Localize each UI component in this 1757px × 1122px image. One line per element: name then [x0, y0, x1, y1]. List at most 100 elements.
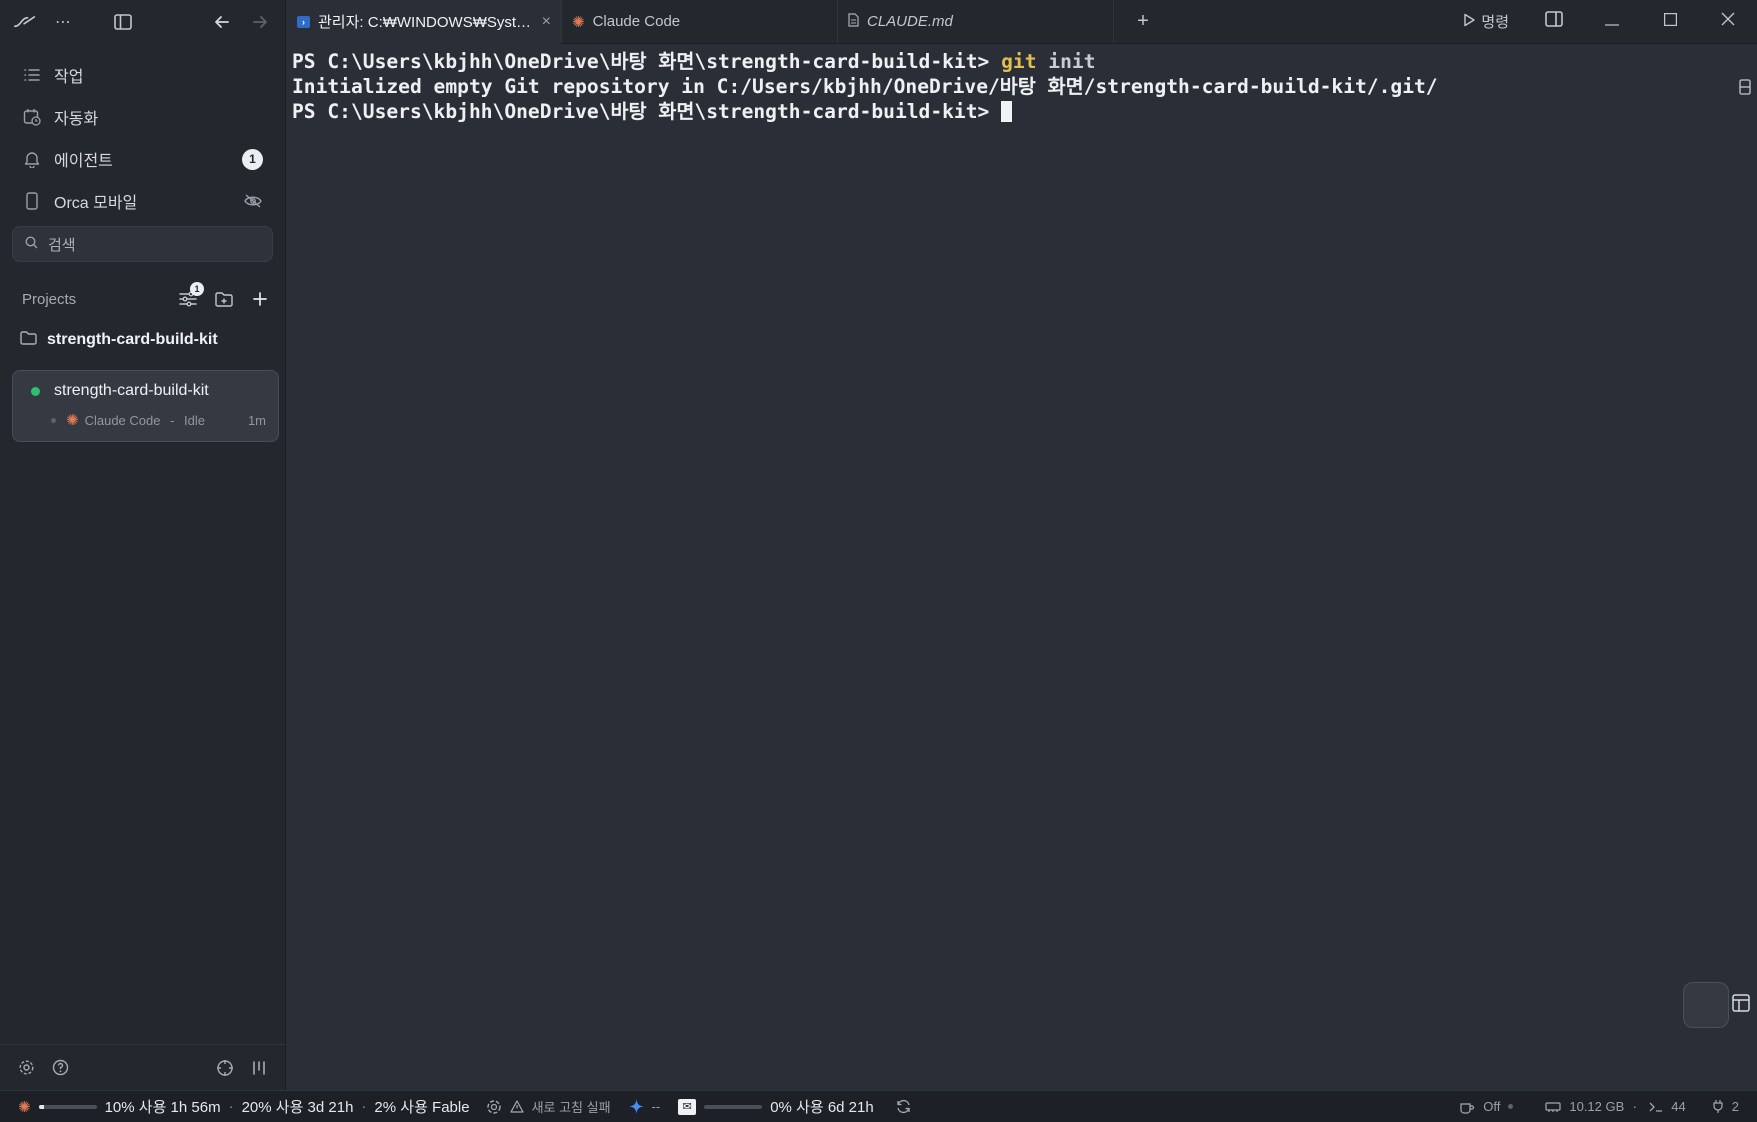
- eye-off-icon[interactable]: [243, 191, 263, 211]
- sidebar-item-agents[interactable]: 에이전트 1: [12, 138, 273, 180]
- worktree-card[interactable]: strength-card-build-kit ✺ Claude Code - …: [12, 370, 279, 442]
- minimize-button[interactable]: [1583, 0, 1641, 44]
- terminal-line: PS C:\Users\kbjhh\OneDrive\바탕 화면\strengt…: [292, 99, 1757, 124]
- sidebar-item-label: Orca 모바일: [54, 195, 138, 212]
- claude-week-usage[interactable]: 20% 사용 3d 21h: [242, 1096, 354, 1117]
- sidebar-item-automation[interactable]: 자동화: [12, 96, 273, 138]
- memory-usage[interactable]: 10.12 GB: [1569, 1099, 1624, 1114]
- session-separator: -: [166, 412, 179, 428]
- split-panel-icon: [1545, 11, 1563, 32]
- project-folder-name: strength-card-build-kit: [47, 331, 218, 348]
- claude-icon: ✺: [18, 1098, 31, 1116]
- port-count[interactable]: 2: [1732, 1099, 1739, 1114]
- back-arrow-icon[interactable]: [211, 11, 233, 33]
- terminal-count[interactable]: 44: [1671, 1099, 1685, 1114]
- close-icon: [1721, 12, 1735, 31]
- tab-label: 관리자: C:₩WINDOWS₩Syst…: [318, 14, 532, 31]
- projects-title: Projects: [22, 290, 77, 308]
- terminal-scroll-icon[interactable]: [1692, 51, 1751, 126]
- terminal-panel[interactable]: PS C:\Users\kbjhh\OneDrive\바탕 화면\strengt…: [287, 45, 1757, 1090]
- target-icon[interactable]: [215, 1058, 235, 1078]
- sidebar-footer: [0, 1044, 285, 1090]
- separator: ·: [228, 1098, 234, 1115]
- sidebar: ⋯ 작업 자동화 에이전트 1 Orca 모바일 검색 Projects 1 s…: [0, 0, 286, 1090]
- terminal-cursor: [1001, 101, 1013, 122]
- refresh-icon[interactable]: [896, 1099, 911, 1114]
- mail-icon: ✉: [678, 1098, 697, 1115]
- help-icon[interactable]: [50, 1058, 70, 1078]
- new-tab-button[interactable]: +: [1114, 0, 1172, 43]
- openai-icon: [486, 1099, 502, 1115]
- terminal-prompt: PS C:\Users\kbjhh\OneDrive\바탕 화면\strengt…: [292, 100, 1002, 123]
- worktree-name: strength-card-build-kit: [54, 382, 209, 399]
- mail-usage[interactable]: 0% 사용 6d 21h: [770, 1096, 874, 1117]
- split-panel-button[interactable]: [1525, 0, 1583, 44]
- separator: ·: [361, 1098, 367, 1115]
- minimize-icon: [1605, 13, 1619, 31]
- coffee-icon: [1459, 1100, 1475, 1114]
- settings-gear-icon[interactable]: [16, 1058, 36, 1078]
- add-folder-icon[interactable]: [213, 288, 235, 310]
- sleep-dot: [1508, 1104, 1514, 1109]
- tab-powershell[interactable]: › 관리자: C:₩WINDOWS₩Syst… ×: [287, 0, 562, 44]
- window-close-button[interactable]: [1699, 0, 1757, 44]
- sidebar-item-orca-mobile[interactable]: Orca 모바일: [12, 180, 273, 222]
- search-input[interactable]: 검색: [12, 226, 273, 262]
- command-button[interactable]: 명령: [1447, 11, 1525, 32]
- openai-refresh-status[interactable]: 새로 고침 실패: [532, 1097, 611, 1116]
- session-time: 1m: [247, 412, 266, 428]
- session-name: Claude Code: [84, 412, 161, 428]
- search-placeholder: 검색: [48, 236, 76, 254]
- tab-bar: › 관리자: C:₩WINDOWS₩Syst… × ✺ Claude Code …: [287, 0, 1757, 44]
- tab-label: Claude Code: [592, 13, 681, 30]
- session-row[interactable]: ✺ Claude Code - Idle 1m: [31, 411, 266, 429]
- claude-session-usage[interactable]: 10% 사용 1h 56m: [105, 1096, 221, 1117]
- mail-usage-bar: [704, 1104, 763, 1109]
- mobile-icon: [22, 191, 42, 211]
- window-controls: 명령: [1447, 0, 1757, 43]
- claude-usage-bar: [38, 1104, 97, 1109]
- sidebar-item-label: 자동화: [54, 111, 99, 128]
- close-icon[interactable]: ×: [542, 13, 551, 31]
- plug-icon: [1712, 1099, 1724, 1114]
- sidebar-item-label: 작업: [54, 69, 84, 86]
- tab-label: CLAUDE.md: [867, 13, 953, 30]
- projects-header: Projects 1: [0, 282, 285, 314]
- gemini-usage[interactable]: --: [652, 1099, 661, 1114]
- memory-icon: [1545, 1101, 1561, 1112]
- terminal-output-line: Initialized empty Git repository in C:/U…: [292, 75, 1438, 98]
- claude-icon: ✺: [66, 412, 79, 429]
- terminal-line: PS C:\Users\kbjhh\OneDrive\바탕 화면\strengt…: [292, 49, 1757, 74]
- fable-usage[interactable]: 2% 사용 Fable: [374, 1096, 469, 1117]
- forward-arrow-icon[interactable]: [249, 11, 271, 33]
- sidebar-toggle-icon[interactable]: [112, 11, 134, 33]
- separator: ·: [1632, 1098, 1638, 1115]
- layout-toggle-button[interactable]: [1683, 982, 1751, 1028]
- layout-icon: [1662, 968, 1751, 1043]
- add-project-icon[interactable]: [249, 288, 271, 310]
- folder-icon: [20, 330, 37, 350]
- tab-claude-code[interactable]: ✺ Claude Code: [562, 0, 838, 43]
- project-folder[interactable]: strength-card-build-kit: [0, 324, 285, 356]
- bell-icon: [22, 149, 42, 169]
- filter-sliders-icon[interactable]: 1: [177, 282, 204, 310]
- calendar-clock-icon: [22, 107, 42, 127]
- command-label: 명령: [1481, 14, 1509, 31]
- sidebar-item-label: 에이전트: [54, 153, 113, 170]
- panel-bars-icon[interactable]: [249, 1058, 269, 1078]
- status-dot: [31, 386, 40, 396]
- maximize-button[interactable]: [1641, 0, 1699, 44]
- notification-badge: 1: [242, 148, 263, 170]
- powershell-icon: ›: [297, 15, 310, 28]
- app-logo-icon[interactable]: [14, 11, 36, 33]
- more-icon[interactable]: ⋯: [52, 11, 74, 33]
- terminal-command: git: [1001, 50, 1037, 73]
- session-dot: [51, 417, 56, 423]
- status-bar: ✺ 10% 사용 1h 56m · 20% 사용 3d 21h · 2% 사용 …: [0, 1090, 1757, 1122]
- sleep-status[interactable]: Off: [1483, 1099, 1500, 1114]
- terminal-icon: [1649, 1101, 1663, 1113]
- sidebar-item-tasks[interactable]: 작업: [12, 54, 273, 96]
- tab-claude-md[interactable]: CLAUDE.md: [838, 0, 1114, 43]
- plus-icon: +: [1137, 10, 1149, 32]
- search-icon: [25, 235, 38, 253]
